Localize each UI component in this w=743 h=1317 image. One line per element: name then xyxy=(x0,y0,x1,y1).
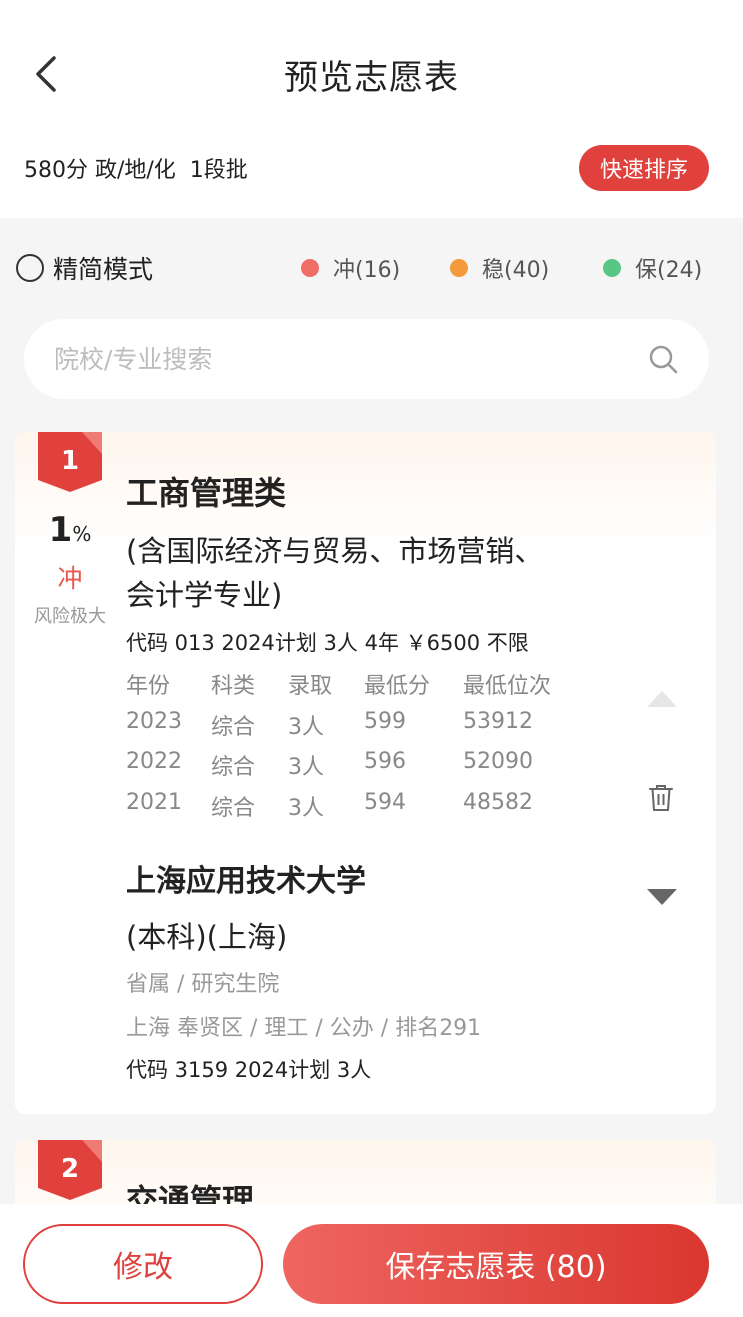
history-header-cell: 录取 xyxy=(288,674,333,699)
history-cell: 596 xyxy=(364,749,406,774)
search-icon[interactable] xyxy=(647,343,679,375)
rank-number: 1 xyxy=(60,446,80,476)
score-info: 580分 政/地/化 1段批 xyxy=(24,158,248,183)
admission-probability: 1% xyxy=(35,510,105,550)
history-cell: 2022 xyxy=(126,749,182,774)
school-location: 上海 奉贤区 / 理工 / 公办 / 排名291 xyxy=(126,1016,482,1041)
history-cell: 3人 xyxy=(288,755,324,780)
major-note-line1: (含国际经济与贸易、市场营销、 xyxy=(126,534,544,568)
history-cell: 52090 xyxy=(463,749,533,774)
history-cell: 3人 xyxy=(288,796,324,821)
simple-mode-label: 精简模式 xyxy=(53,255,154,284)
history-cell: 综合 xyxy=(211,755,256,780)
top-bar: 预览志愿表 580分 政/地/化 1段批 快速排序 xyxy=(0,0,743,218)
legend-label: 保(24) xyxy=(635,258,703,283)
history-cell: 594 xyxy=(364,790,406,815)
school-code-info: 代码 3159 2024计划 3人 xyxy=(126,1058,372,1082)
quick-sort-button[interactable]: 快速排序 xyxy=(579,145,709,191)
legend-dot-icon xyxy=(301,259,319,277)
history-cell: 3人 xyxy=(288,715,324,740)
bottom-action-bar: 修改 保存志愿表 (80) xyxy=(0,1204,743,1317)
major-name: 工商管理类 xyxy=(126,474,287,512)
legend-label: 稳(40) xyxy=(482,258,550,283)
history-cell: 2023 xyxy=(126,709,182,734)
risk-description: 风险极大 xyxy=(34,606,106,627)
history-header-cell: 最低分 xyxy=(364,674,431,699)
legend-wen: 稳(40) xyxy=(450,252,549,284)
search-bar xyxy=(24,319,709,399)
legend-chong: 冲(16) xyxy=(301,252,400,284)
volunteer-card[interactable]: 1 1% 冲 风险极大 工商管理类 (含国际经济与贸易、市场营销、 会计学专业)… xyxy=(15,432,716,1114)
move-down-icon[interactable] xyxy=(646,888,678,906)
search-input[interactable] xyxy=(54,339,614,379)
rank-badge: 2 xyxy=(38,1140,102,1200)
legend-dot-icon xyxy=(603,259,621,277)
school-attributes: 省属 / 研究生院 xyxy=(126,972,280,997)
legend-bao: 保(24) xyxy=(603,252,702,284)
history-cell: 599 xyxy=(364,709,406,734)
probability-value: 1 xyxy=(48,510,73,550)
radio-icon xyxy=(16,254,44,282)
rank-badge: 1 xyxy=(38,432,102,492)
history-cell: 综合 xyxy=(211,715,256,740)
history-cell: 53912 xyxy=(463,709,533,734)
history-header-cell: 科类 xyxy=(211,674,256,699)
major-note-line2: 会计学专业) xyxy=(126,578,283,612)
major-code-info: 代码 013 2024计划 3人 4年 ￥6500 不限 xyxy=(126,631,529,655)
history-header-cell: 最低位次 xyxy=(463,674,552,699)
history-cell: 2021 xyxy=(126,790,182,815)
history-cell: 48582 xyxy=(463,790,533,815)
legend-dot-icon xyxy=(450,259,468,277)
history-cell: 综合 xyxy=(211,796,256,821)
move-up-icon[interactable] xyxy=(646,690,678,708)
school-name: 上海应用技术大学 xyxy=(126,864,366,899)
modify-button[interactable]: 修改 xyxy=(23,1224,263,1304)
legend-label: 冲(16) xyxy=(333,258,401,283)
history-header-cell: 年份 xyxy=(126,674,171,699)
simple-mode-toggle[interactable]: 精简模式 xyxy=(16,250,153,286)
rank-number: 2 xyxy=(60,1154,80,1184)
probability-unit: % xyxy=(72,522,92,546)
page-title: 预览志愿表 xyxy=(284,58,459,98)
trash-icon[interactable] xyxy=(648,784,674,812)
school-type: (本科)(上海) xyxy=(126,920,288,954)
save-volunteer-table-button[interactable]: 保存志愿表 (80) xyxy=(283,1224,709,1304)
risk-type: 冲 xyxy=(57,564,83,593)
